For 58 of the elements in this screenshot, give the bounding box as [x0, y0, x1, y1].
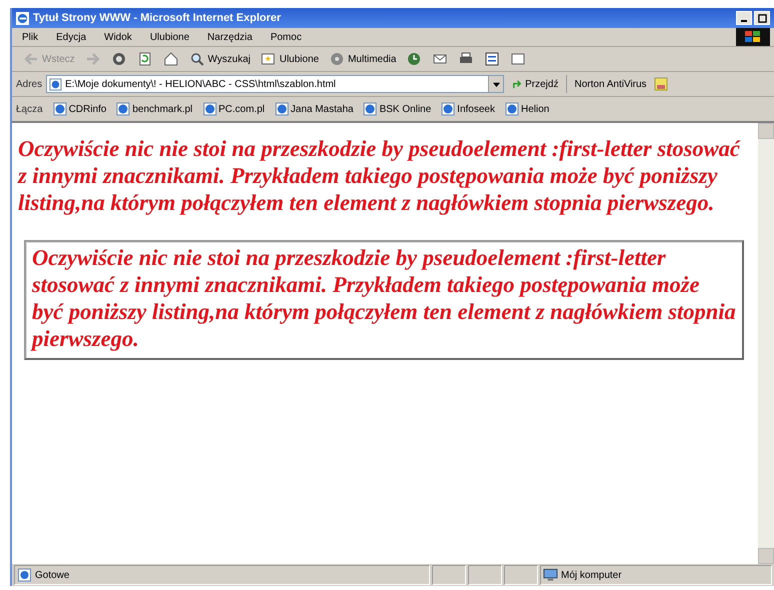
address-label: Adres	[16, 78, 42, 90]
link-button[interactable]: Helion	[504, 102, 550, 116]
window-title: Tytuł Strony WWW - Microsoft Internet Explorer	[33, 12, 282, 24]
history-icon	[406, 51, 422, 67]
menu-item[interactable]: Ulubione	[150, 32, 190, 42]
edit-icon	[484, 51, 500, 67]
status-pane	[504, 565, 538, 585]
link-button[interactable]: Jana Mastaha	[274, 102, 354, 116]
page-icon	[504, 102, 519, 116]
menu-item[interactable]: Pomoc	[270, 32, 302, 42]
back-icon	[23, 51, 39, 67]
menu-item[interactable]: Widok	[104, 32, 132, 42]
favorites-button[interactable]: Ulubione	[257, 48, 322, 70]
page-icon	[49, 78, 62, 90]
computer-icon	[543, 568, 558, 582]
page-icon	[363, 102, 378, 116]
refresh-icon	[136, 51, 153, 67]
link-button[interactable]: BSK Online	[363, 102, 432, 116]
media-icon	[328, 51, 345, 67]
media-button[interactable]: Multimedia	[326, 48, 400, 70]
page-icon	[274, 102, 289, 116]
menu-item[interactable]: Narzędzia	[207, 32, 252, 42]
paragraph: Oczywiście nic nie stoi na przeszkodzie by pseudoelement :first-letter stosować z innymi znacznikami. Przykładem takiego postępowania może być poniższy listing,na którym połączyłem ten element z nagłówkiem stopnia pierwszego.	[18, 135, 742, 216]
minimize-button[interactable]	[736, 11, 752, 25]
search-button[interactable]: Wyszukaj	[186, 48, 254, 70]
link-button[interactable]: Infoseek	[441, 102, 495, 116]
norton-antivirus-button[interactable]: Norton AntiVirus	[571, 78, 650, 90]
search-icon	[188, 51, 205, 67]
minimize-icon	[741, 20, 747, 22]
page-icon	[17, 568, 32, 582]
address-field[interactable]: E:\Moje dokumenty\! - HELION\ABC - CSS\html\szablon.html	[46, 75, 504, 93]
caret-icon	[492, 80, 500, 88]
go-button[interactable]: Przejdź	[508, 78, 562, 90]
link-button[interactable]: benchmark.pl	[116, 102, 193, 116]
status-pane	[468, 565, 502, 585]
dropdown-button[interactable]	[488, 76, 504, 92]
maximize-button[interactable]	[754, 11, 770, 25]
page-icon	[52, 102, 67, 116]
status-pane	[432, 565, 466, 585]
home-icon	[162, 51, 179, 67]
page-icon	[116, 102, 130, 116]
status-text: Gotowe	[14, 565, 430, 585]
zone-indicator: Mój komputer	[540, 565, 772, 585]
page-icon	[202, 102, 217, 116]
menu-item[interactable]: Plik	[22, 32, 38, 42]
link-button[interactable]: PC.com.pl	[202, 102, 265, 116]
favorites-icon	[260, 51, 276, 67]
boxed-heading: Oczywiście nic nie stoi na przeszkodzie by pseudoelement :first-letter stosować z innymi znacznikami. Przykładem takiego postępowania może być poniższy listing,na którym połączyłem ten element z nagłówkiem stopnia pierwszego.	[24, 240, 744, 360]
go-arrow-icon	[512, 78, 524, 90]
discuss-icon	[510, 51, 526, 67]
maximize-icon	[758, 14, 766, 22]
windows-logo	[736, 28, 770, 46]
page-icon	[441, 102, 456, 116]
link-button[interactable]: CDRinfo	[52, 102, 106, 116]
links-label: Łącza	[16, 104, 43, 114]
menu-item[interactable]: Edycja	[56, 32, 86, 42]
stop-icon	[110, 51, 127, 67]
forward-icon	[84, 51, 101, 67]
